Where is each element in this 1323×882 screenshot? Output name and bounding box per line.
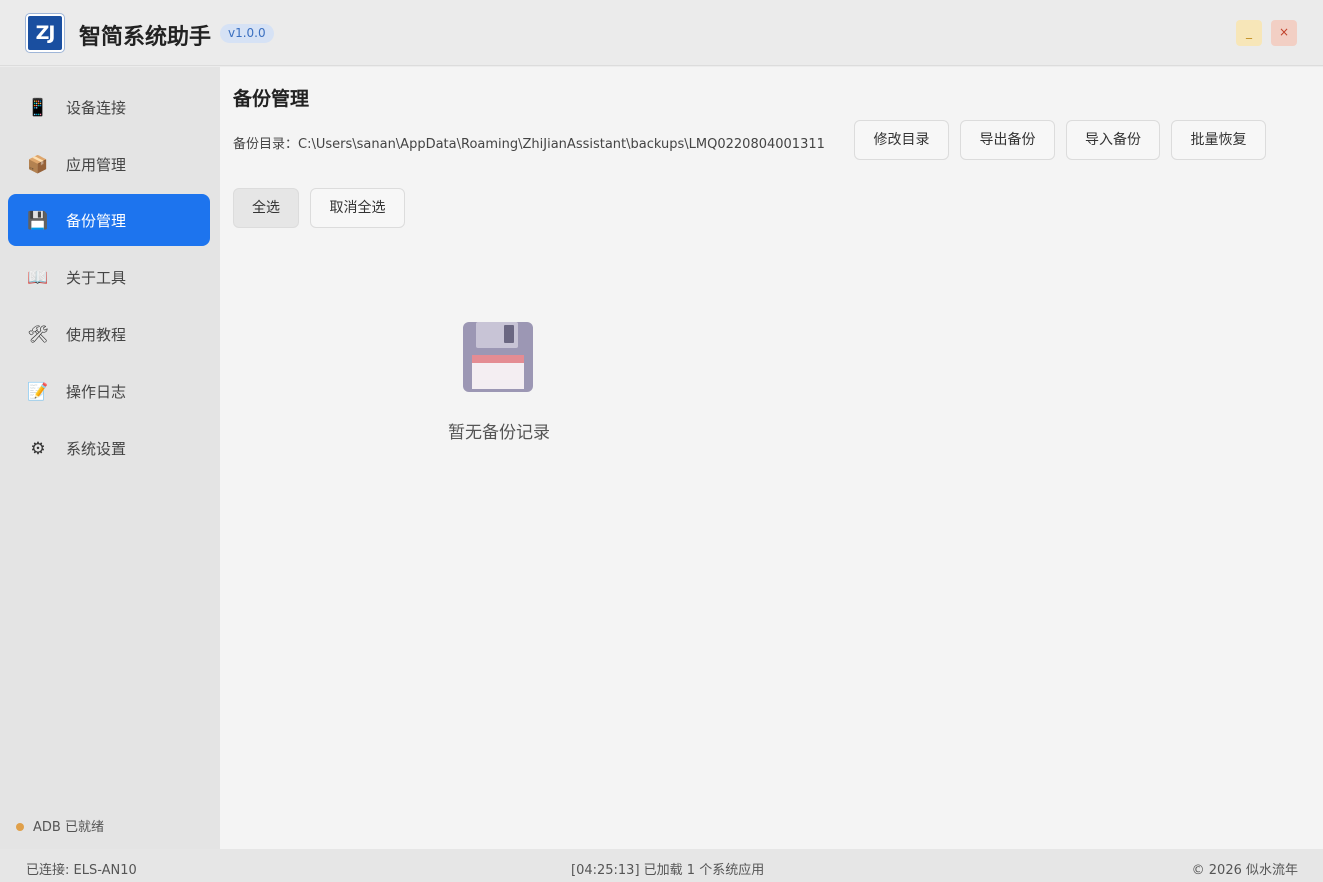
change-dir-button[interactable]: 修改目录 <box>854 120 949 160</box>
memo-icon: 📝 <box>27 382 49 402</box>
status-bar: 已连接: ELS-AN10 [04:25:13] 已加载 1 个系统应用 © 2… <box>0 849 1323 882</box>
copyright: © 2026 似水流年 <box>1191 863 1298 878</box>
adb-status: ADB 已就绪 <box>16 816 104 835</box>
sidebar-item-log[interactable]: 📝 操作日志 <box>8 365 210 417</box>
adb-status-text: ADB 已就绪 <box>33 820 104 835</box>
sidebar-item-tutorial[interactable]: 🛠 使用教程 <box>8 308 210 360</box>
sidebar-item-label: 使用教程 <box>66 326 127 344</box>
connection-status: 已连接: ELS-AN10 <box>26 863 137 878</box>
package-icon: 📦 <box>27 155 49 175</box>
sidebar-item-label: 备份管理 <box>66 212 127 230</box>
export-backup-button[interactable]: 导出备份 <box>960 120 1055 160</box>
version-badge: v1.0.0 <box>220 24 274 43</box>
status-message: [04:25:13] 已加载 1 个系统应用 <box>571 863 765 878</box>
status-dot-icon <box>16 822 24 831</box>
floppy-disk-icon: 💾 <box>27 211 49 231</box>
main-panel: 备份管理 备份目录：C:\Users\sanan\AppData\Roaming… <box>220 67 1323 849</box>
sidebar-item-device-connect[interactable]: 📱 设备连接 <box>8 81 210 133</box>
sidebar-item-label: 设备连接 <box>66 99 127 117</box>
sidebar-item-label: 系统设置 <box>66 440 127 458</box>
backup-directory: 备份目录：C:\Users\sanan\AppData\Roaming\ZhiJ… <box>233 137 825 152</box>
open-book-icon: 📖 <box>27 268 49 288</box>
batch-restore-button[interactable]: 批量恢复 <box>1171 120 1266 160</box>
sidebar-item-label: 关于工具 <box>66 269 127 287</box>
app-logo: ZJ <box>26 14 64 52</box>
title-bar: ZJ 智简系统助手 v1.0.0 _ × <box>0 0 1323 66</box>
floppy-disk-icon <box>463 322 533 392</box>
empty-state-text: 暂无备份记录 <box>448 423 550 443</box>
minimize-button[interactable]: _ <box>1236 20 1262 46</box>
sidebar-item-label: 应用管理 <box>66 156 127 174</box>
sidebar-item-about[interactable]: 📖 关于工具 <box>8 251 210 303</box>
gear-icon: ⚙ <box>30 439 46 459</box>
app-title: 智简系统助手 <box>79 25 212 50</box>
phone-icon: 📱 <box>27 98 49 118</box>
sidebar-item-label: 操作日志 <box>66 383 127 401</box>
sidebar-item-settings[interactable]: ⚙ 系统设置 <box>8 422 210 474</box>
page-title: 备份管理 <box>233 88 310 110</box>
select-all-button[interactable]: 全选 <box>233 188 299 228</box>
hammer-wrench-icon: 🛠 <box>27 325 49 345</box>
sidebar-item-backup-manage[interactable]: 💾 备份管理 <box>8 194 210 246</box>
sidebar: 📱 设备连接 📦 应用管理 💾 备份管理 📖 关于工具 🛠 使用教程 📝 操作日… <box>0 67 220 849</box>
deselect-all-button[interactable]: 取消全选 <box>310 188 405 228</box>
sidebar-item-app-manage[interactable]: 📦 应用管理 <box>8 138 210 190</box>
import-backup-button[interactable]: 导入备份 <box>1066 120 1160 160</box>
close-button[interactable]: × <box>1271 20 1297 46</box>
